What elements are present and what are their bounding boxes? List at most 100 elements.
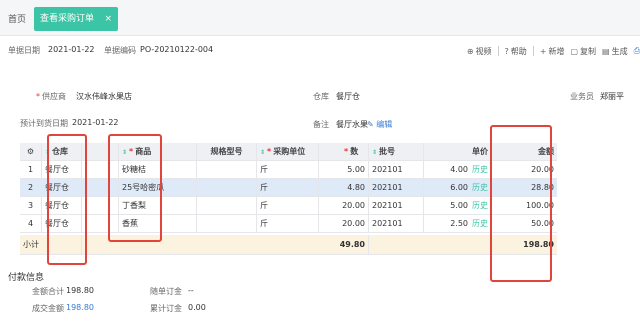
cell-qty[interactable]: 4.80: [319, 179, 369, 196]
cell-batch[interactable]: 202101: [369, 161, 424, 178]
cell-unit[interactable]: 斤: [257, 197, 319, 214]
deal-amount-label: 成交金额: [32, 304, 64, 313]
cell-price[interactable]: 6.00 历史: [424, 179, 492, 196]
cell-empty: [82, 179, 119, 196]
col-product[interactable]: ⇕ * 商品: [119, 143, 197, 160]
history-link[interactable]: 历史: [472, 201, 488, 210]
col-warehouse[interactable]: ⇕ 仓库: [42, 143, 82, 160]
video-icon: ⊕: [466, 46, 474, 56]
col-batch[interactable]: ⇕ 批号: [369, 143, 424, 160]
cell-unit[interactable]: 斤: [257, 215, 319, 232]
cumulative-deposit-label: 累计订金: [150, 304, 182, 313]
cell-unit[interactable]: 斤: [257, 179, 319, 196]
cell-qty[interactable]: 20.00: [319, 215, 369, 232]
copy-button[interactable]: ▢ 复制: [570, 46, 596, 57]
cumulative-deposit-value: 0.00: [188, 303, 206, 312]
col-price[interactable]: 单价: [424, 143, 492, 160]
cell-spec[interactable]: [197, 179, 257, 196]
history-link[interactable]: 历史: [472, 165, 488, 174]
row-number: 2: [20, 179, 42, 196]
cell-batch[interactable]: 202101: [369, 197, 424, 214]
remark-value: 餐厅水果: [336, 120, 368, 129]
cell-price[interactable]: 4.00 历史: [424, 161, 492, 178]
cell-amount[interactable]: 20.00: [492, 161, 557, 178]
video-button[interactable]: ⊕ 视频: [467, 46, 492, 57]
edit-icon: ✎: [367, 120, 374, 129]
cell-warehouse[interactable]: 餐厅仓: [42, 179, 82, 196]
cell-empty: [82, 197, 119, 214]
cell-amount[interactable]: 28.80: [492, 179, 557, 196]
cell-price[interactable]: 5.00 历史: [424, 197, 492, 214]
supplier-value: 汉水伟峰水果店: [76, 92, 132, 101]
cell-qty[interactable]: 5.00: [319, 161, 369, 178]
help-icon: ?: [504, 46, 509, 56]
cell-warehouse[interactable]: 餐厅仓: [42, 215, 82, 232]
cell-spec[interactable]: [197, 197, 257, 214]
doc-date-label: 单据日期: [8, 46, 40, 55]
doc-no-label: 单据编码: [104, 46, 136, 55]
subtotal-amount: 198.80: [523, 240, 554, 249]
table-row[interactable]: 2 餐厅仓 25号哈密瓜 斤 4.80 202101 6.00 历史 28.80: [20, 179, 557, 197]
new-button[interactable]: + 新增: [540, 46, 565, 57]
doc-no-value: PO-20210122-004: [140, 45, 214, 54]
tab-bar: 首页 查看采购订单 ×: [0, 0, 640, 36]
tab-home[interactable]: 首页: [8, 12, 26, 25]
salesman-label: 业务员: [570, 92, 594, 101]
tab-view-purchase-order[interactable]: 查看采购订单 ×: [34, 7, 118, 31]
cell-spec[interactable]: [197, 215, 257, 232]
cell-warehouse[interactable]: 餐厅仓: [42, 161, 82, 178]
table-row[interactable]: 1 餐厅仓 砂糖桔 斤 5.00 202101 4.00 历史 20.00: [20, 161, 557, 179]
generate-icon: ▤: [602, 46, 610, 56]
col-spec[interactable]: 规格型号: [197, 143, 257, 160]
cell-product[interactable]: 丁香梨: [119, 197, 197, 214]
close-icon[interactable]: ×: [104, 7, 112, 31]
warehouse-label: 仓库: [313, 92, 329, 101]
cell-product[interactable]: 香蕉: [119, 215, 197, 232]
subtotal-row: 小计 49.80 198.80: [20, 235, 557, 255]
cell-product[interactable]: 25号哈密瓜: [119, 179, 197, 196]
cell-empty: [82, 215, 119, 232]
arrival-date-value: 2021-01-22: [72, 118, 119, 127]
row-number: 4: [20, 215, 42, 232]
total-label: 金额合计: [32, 287, 64, 296]
col-empty: [82, 143, 119, 160]
cell-amount[interactable]: 100.00: [492, 197, 557, 214]
generate-button[interactable]: ▤ 生成: [602, 46, 628, 57]
cell-batch[interactable]: 202101: [369, 179, 424, 196]
help-button[interactable]: ? 帮助: [505, 46, 527, 57]
cell-amount[interactable]: 50.00: [492, 215, 557, 232]
print-button[interactable]: ⎙: [634, 46, 640, 56]
row-number: 1: [20, 161, 42, 178]
cell-price[interactable]: 2.50 历史: [424, 215, 492, 232]
table-row[interactable]: 4 餐厅仓 香蕉 斤 20.00 202101 2.50 历史 50.00: [20, 215, 557, 233]
col-unit[interactable]: ⇕ * 采购单位: [257, 143, 319, 160]
history-link[interactable]: 历史: [472, 183, 488, 192]
col-amount[interactable]: 金额: [492, 143, 557, 160]
col-qty[interactable]: *数量: [319, 143, 369, 160]
history-link[interactable]: 历史: [472, 219, 488, 228]
cell-warehouse[interactable]: 餐厅仓: [42, 197, 82, 214]
cell-qty[interactable]: 20.00: [319, 197, 369, 214]
total-value: 198.80: [66, 286, 94, 295]
deal-amount-value[interactable]: 198.80: [66, 303, 94, 312]
table-header: ⚙ ⇕仓库 ⇕*商品 规格型号 ⇕*采购单位 *数量 ⇕批号 单价 金额: [20, 143, 557, 161]
subtotal-qty: 49.80: [319, 235, 369, 254]
plus-icon: +: [539, 46, 547, 56]
supplier-label: * 供应商: [36, 92, 66, 101]
divider: [497, 46, 499, 56]
deposit-value: --: [188, 286, 194, 295]
salesman-value: 郑丽平: [600, 92, 624, 101]
divider: [532, 46, 534, 56]
edit-remark-button[interactable]: ✎ 编辑: [367, 119, 392, 130]
payment-section-title: 付款信息: [8, 273, 45, 283]
table-row[interactable]: 3 餐厅仓 丁香梨 斤 20.00 202101 5.00 历史 100.00: [20, 197, 557, 215]
cell-spec[interactable]: [197, 161, 257, 178]
cell-batch[interactable]: 202101: [369, 215, 424, 232]
cell-product[interactable]: 砂糖桔: [119, 161, 197, 178]
copy-icon: ▢: [570, 46, 579, 56]
row-number: 3: [20, 197, 42, 214]
settings-icon[interactable]: ⚙: [20, 143, 42, 160]
cell-unit[interactable]: 斤: [257, 161, 319, 178]
subtotal-label: 小计: [20, 235, 82, 254]
print-icon: ⎙: [633, 46, 640, 55]
